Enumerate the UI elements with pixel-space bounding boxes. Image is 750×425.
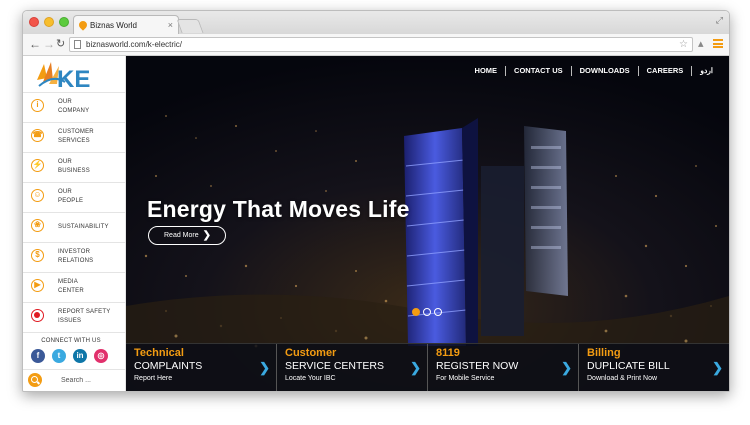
slide-dot[interactable] bbox=[412, 308, 420, 316]
sidebar-item-media-center[interactable]: ▶ Media Center bbox=[23, 273, 126, 303]
sidebar-item-label: Sustainability bbox=[58, 224, 109, 230]
nav-link-2[interactable]: DOWNLOADS bbox=[570, 66, 638, 76]
sidebar-item-label: Media Center bbox=[58, 279, 84, 294]
twitter-icon[interactable]: t bbox=[52, 349, 66, 363]
zoom-window-button[interactable] bbox=[59, 17, 69, 27]
sidebar-item-label: Our Business bbox=[58, 159, 90, 174]
tile-category: 8119 bbox=[436, 347, 460, 359]
chevron-right-icon: ❯ bbox=[202, 230, 211, 241]
logo-text: KE bbox=[57, 66, 90, 90]
quick-links: Technical COMPLAINTS Report Here ❯ Customer S… bbox=[126, 343, 729, 391]
nav-link-0[interactable]: HOME bbox=[467, 66, 506, 76]
hero-banner: HOME CONTACT US DOWNLOADS CAREERS اردو Energ… bbox=[126, 56, 729, 391]
browser-menu-icon[interactable] bbox=[713, 39, 723, 48]
tab-close-icon[interactable]: × bbox=[168, 16, 173, 35]
url-text[interactable]: biznasworld.com/k-electric/ bbox=[86, 38, 182, 51]
chevron-right-icon: ❯ bbox=[712, 360, 723, 375]
quick-link-complaints[interactable]: Technical COMPLAINTS Report Here ❯ bbox=[126, 344, 277, 391]
instagram-icon[interactable]: ◎ bbox=[94, 349, 108, 363]
nav-link-4[interactable]: اردو bbox=[691, 66, 721, 76]
nav-link-1[interactable]: CONTACT US bbox=[505, 66, 571, 76]
sidebar-item-our-business[interactable]: ⚡ Our Business bbox=[23, 153, 126, 183]
tab-title: Biznas World bbox=[90, 21, 137, 30]
people-icon: ☺ bbox=[31, 189, 44, 202]
headset-icon: ☎ bbox=[31, 129, 44, 142]
sidebar-item-our-company[interactable]: i Our Company bbox=[23, 93, 126, 123]
window-controls bbox=[29, 17, 69, 27]
extension-icon[interactable]: ▴ bbox=[698, 38, 704, 51]
sidebar-item-customer-services[interactable]: ☎ Customer Services bbox=[23, 123, 126, 153]
sidebar-item-label: Our Company bbox=[58, 99, 90, 114]
favicon-icon bbox=[77, 19, 89, 31]
read-more-label: Read More bbox=[164, 232, 199, 239]
chevron-right-icon: ❯ bbox=[410, 360, 421, 375]
linkedin-icon[interactable]: in bbox=[73, 349, 87, 363]
sidebar: KE i Our Company ☎ Customer Services ⚡ Our Bu… bbox=[23, 56, 137, 391]
chevron-right-icon: ❯ bbox=[561, 360, 572, 375]
tile-title: SERVICE CENTERS bbox=[285, 360, 384, 372]
sidebar-item-label: Investor Relations bbox=[58, 249, 94, 264]
tile-subtitle: Locate Your IBC bbox=[285, 375, 336, 382]
back-button[interactable]: ← bbox=[29, 37, 41, 52]
top-navigation: HOME CONTACT US DOWNLOADS CAREERS اردو bbox=[467, 66, 721, 76]
tile-subtitle: Download & Print Now bbox=[587, 375, 658, 382]
nav-link-3[interactable]: CAREERS bbox=[637, 66, 692, 76]
ke-logo[interactable]: KE bbox=[35, 60, 105, 90]
facebook-icon[interactable]: f bbox=[31, 349, 45, 363]
tile-category: Customer bbox=[285, 347, 337, 359]
chevron-right-icon: ❯ bbox=[259, 360, 270, 375]
search-input[interactable] bbox=[53, 373, 137, 387]
social-links: f t in ◎ bbox=[31, 349, 108, 363]
sidebar-menu: i Our Company ☎ Customer Services ⚡ Our Busin… bbox=[23, 92, 126, 333]
tile-subtitle: For Mobile Service bbox=[436, 375, 495, 382]
tile-category: Technical bbox=[134, 347, 184, 359]
fullscreen-icon[interactable]: ⤢ bbox=[716, 15, 723, 26]
quick-link-service-centers[interactable]: Customer SERVICE CENTERS Locate Your IBC ❯ bbox=[277, 344, 428, 391]
chart-icon: $ bbox=[31, 249, 44, 262]
alert-icon bbox=[31, 309, 44, 322]
quick-link-duplicate-bill[interactable]: Billing DUPLICATE BILL Download & Print No… bbox=[579, 344, 729, 391]
address-bar[interactable]: biznasworld.com/k-electric/ ☆ bbox=[69, 37, 693, 52]
tile-subtitle: Report Here bbox=[134, 375, 173, 382]
tile-title: REGISTER NOW bbox=[436, 360, 519, 372]
quick-link-register-now[interactable]: 8119 REGISTER NOW For Mobile Service ❯ bbox=[428, 344, 579, 391]
page-content: KE i Our Company ☎ Customer Services ⚡ Our Bu… bbox=[23, 56, 729, 391]
minimize-window-button[interactable] bbox=[44, 17, 54, 27]
sidebar-search bbox=[23, 369, 137, 391]
tab-bar: Biznas World × ⤢ bbox=[23, 11, 729, 34]
bookmark-star-icon[interactable]: ☆ bbox=[679, 38, 688, 51]
close-window-button[interactable] bbox=[29, 17, 39, 27]
read-more-button[interactable]: Read More ❯ bbox=[148, 226, 226, 245]
info-icon: i bbox=[31, 99, 44, 112]
sidebar-item-investor-relations[interactable]: $ Investor Relations bbox=[23, 243, 126, 273]
tile-title: DUPLICATE BILL bbox=[587, 360, 670, 372]
slide-dot[interactable] bbox=[423, 308, 431, 316]
page-icon bbox=[74, 40, 81, 49]
tile-category: Billing bbox=[587, 347, 621, 359]
city-night-image bbox=[126, 56, 729, 391]
browser-window: Biznas World × ⤢ ← → ↻ biznasworld.com/k… bbox=[22, 10, 730, 392]
hero-title: Energy That Moves Life bbox=[147, 196, 410, 222]
browser-tab[interactable]: Biznas World × bbox=[73, 15, 179, 34]
forward-button[interactable]: → bbox=[43, 37, 55, 52]
play-icon: ▶ bbox=[31, 279, 44, 292]
connect-label: CONNECT WITH US bbox=[41, 338, 101, 344]
reload-button[interactable]: ↻ bbox=[56, 37, 65, 52]
tower-icon: ⚡ bbox=[31, 159, 44, 172]
browser-toolbar: ← → ↻ biznasworld.com/k-electric/ ☆ ▴ bbox=[23, 34, 729, 56]
leaf-icon: ❀ bbox=[31, 219, 44, 232]
new-tab-button[interactable] bbox=[176, 19, 204, 33]
sidebar-item-label: Our People bbox=[58, 189, 84, 204]
sidebar-item-label: Report Safety Issues bbox=[58, 309, 111, 324]
sidebar-item-label: Customer Services bbox=[58, 129, 94, 144]
sidebar-item-report-safety-issues[interactable]: Report Safety Issues bbox=[23, 303, 126, 333]
sidebar-item-sustainability[interactable]: ❀ Sustainability bbox=[23, 213, 126, 243]
sidebar-item-our-people[interactable]: ☺ Our People bbox=[23, 183, 126, 213]
search-icon[interactable] bbox=[28, 373, 42, 387]
slider-dots bbox=[412, 308, 442, 316]
slide-dot[interactable] bbox=[434, 308, 442, 316]
tile-title: COMPLAINTS bbox=[134, 360, 203, 372]
